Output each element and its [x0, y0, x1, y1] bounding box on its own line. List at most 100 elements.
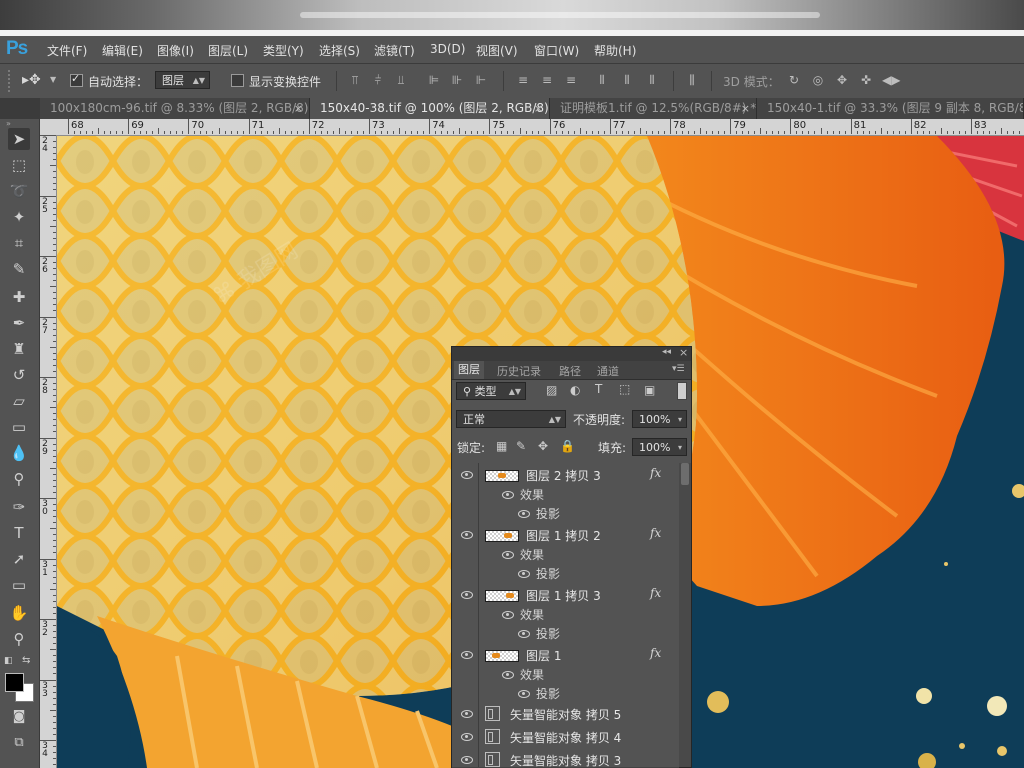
visibility-eye-icon[interactable]: [461, 733, 473, 741]
blur-tool-icon[interactable]: 💧: [8, 442, 30, 464]
tab-doc-1[interactable]: 100x180cm-96.tif @ 8.33% (图层 2, RGB/8) *…: [40, 98, 310, 119]
layer-name[interactable]: 矢量智能对象 拷贝 3: [510, 752, 621, 767]
tab-history[interactable]: 历史记录: [497, 363, 541, 379]
auto-select-checkbox[interactable]: [70, 72, 83, 87]
filter-pixel-icon[interactable]: ▨: [546, 383, 557, 397]
distribute-bottom-icon[interactable]: ≡: [563, 73, 579, 87]
visibility-eye-icon[interactable]: [461, 591, 473, 599]
layer-row[interactable]: 矢量智能对象 拷贝 3: [452, 749, 679, 768]
fill-input[interactable]: 100% ▾: [632, 438, 687, 456]
quick-mask-icon[interactable]: ◙: [8, 706, 30, 728]
swap-colors-icon[interactable]: ⇆: [22, 655, 30, 666]
history-brush-icon[interactable]: ↺: [8, 364, 30, 386]
menu-type[interactable]: 类型(Y): [263, 42, 304, 59]
dodge-tool-icon[interactable]: ⚲: [8, 468, 30, 490]
menu-layer[interactable]: 图层(L): [208, 42, 248, 59]
visibility-eye-icon[interactable]: [518, 510, 530, 518]
close-icon[interactable]: ×: [294, 98, 303, 119]
align-left-icon[interactable]: ⊫: [426, 73, 442, 87]
auto-align-icon[interactable]: ⫼: [684, 73, 700, 87]
align-bottom-icon[interactable]: ⫫: [393, 73, 409, 87]
visibility-eye-icon[interactable]: [518, 630, 530, 638]
eraser-icon[interactable]: ▱: [8, 390, 30, 412]
panel-menu-icon[interactable]: ▾☰: [672, 364, 685, 374]
gradient-icon[interactable]: ▭: [8, 416, 30, 438]
3d-slide-icon[interactable]: ✜: [858, 73, 874, 87]
menu-file[interactable]: 文件(F): [47, 42, 87, 59]
menu-select[interactable]: 选择(S): [319, 42, 360, 59]
menu-filter[interactable]: 滤镜(T): [374, 42, 415, 59]
move-tool-preset-icon[interactable]: ▸✥: [22, 72, 41, 88]
close-panel-icon[interactable]: ×: [679, 346, 688, 359]
filter-smart-object-icon[interactable]: ▣: [644, 383, 655, 397]
collapse-panel-icon[interactable]: ◂◂: [662, 347, 671, 357]
distribute-hcenter-icon[interactable]: ⦀: [619, 73, 635, 87]
show-transform-checkbox[interactable]: [231, 74, 244, 87]
filter-shape-icon[interactable]: ⬚: [619, 382, 630, 396]
screen-mode-icon[interactable]: ⧉: [8, 732, 30, 754]
layer-row[interactable]: 图层 1 拷贝 2 fx 效果 投影: [452, 523, 679, 584]
pen-tool-icon[interactable]: ✑: [8, 496, 30, 518]
opacity-input[interactable]: 100% ▾: [632, 410, 687, 428]
layer-row[interactable]: 图层 2 拷贝 3 fx 效果 投影: [452, 463, 679, 524]
tab-doc-2[interactable]: 150x40-38.tif @ 100% (图层 2, RGB/8) * ×: [310, 98, 550, 119]
auto-select-target-select[interactable]: 图层 ▲▼: [155, 71, 210, 89]
tab-layers[interactable]: 图层: [454, 361, 484, 379]
crop-tool-icon[interactable]: ⌗: [8, 232, 30, 254]
visibility-eye-icon[interactable]: [461, 756, 473, 764]
close-icon[interactable]: ×: [534, 98, 543, 119]
layer-row[interactable]: 图层 1 拷贝 3 fx 效果 投影: [452, 583, 679, 644]
visibility-eye-icon[interactable]: [502, 551, 514, 559]
shape-tool-icon[interactable]: ▭: [8, 574, 30, 596]
brush-tool-icon[interactable]: ✒: [8, 312, 30, 334]
visibility-eye-icon[interactable]: [461, 710, 473, 718]
layer-row[interactable]: 矢量智能对象 拷贝 4: [452, 726, 679, 750]
layers-scrollbar[interactable]: [679, 463, 691, 767]
layer-name[interactable]: 矢量智能对象 拷贝 5: [510, 706, 621, 723]
layer-filter-select[interactable]: ⚲ 类型 ▲▼: [456, 382, 526, 400]
default-colors-icon[interactable]: ◧: [4, 656, 13, 666]
filter-type-icon[interactable]: T: [595, 382, 602, 396]
align-top-icon[interactable]: ⫪: [347, 73, 363, 87]
visibility-eye-icon[interactable]: [518, 570, 530, 578]
ruler-horizontal[interactable]: 68 69 70 71 72 73 74 75 76 77 78 79 80 81 82 83: [39, 119, 1024, 136]
align-hcenter-icon[interactable]: ⊪: [449, 73, 465, 87]
visibility-eye-icon[interactable]: [502, 611, 514, 619]
close-icon[interactable]: ×: [741, 98, 750, 119]
menu-view[interactable]: 视图(V): [476, 42, 518, 59]
chevron-down-icon[interactable]: ▼: [50, 75, 56, 84]
visibility-eye-icon[interactable]: [461, 471, 473, 479]
menu-edit[interactable]: 编辑(E): [102, 42, 143, 59]
layer-name[interactable]: 图层 1 拷贝 3: [526, 587, 601, 604]
drop-shadow-label[interactable]: 投影: [536, 685, 560, 702]
lock-all-icon[interactable]: 🔒: [560, 439, 575, 453]
lock-pixels-icon[interactable]: ✎: [516, 439, 526, 453]
lock-transparency-icon[interactable]: ▦: [496, 439, 507, 453]
distribute-vcenter-icon[interactable]: ≡: [539, 73, 555, 87]
visibility-eye-icon[interactable]: [518, 690, 530, 698]
layer-name[interactable]: 图层 1: [526, 647, 561, 664]
3d-rotate-icon[interactable]: ↻: [786, 73, 802, 87]
path-select-icon[interactable]: ➚: [8, 548, 30, 570]
layer-row[interactable]: 图层 1 fx 效果 投影: [452, 643, 679, 704]
collapse-icon[interactable]: »: [6, 119, 11, 128]
visibility-eye-icon[interactable]: [502, 491, 514, 499]
tab-doc-3[interactable]: 证明模板1.tif @ 12.5%(RGB/8#) * ×: [550, 98, 757, 119]
fx-icon[interactable]: fx: [650, 466, 661, 480]
blend-mode-select[interactable]: 正常 ▲▼: [456, 410, 566, 428]
menu-image[interactable]: 图像(I): [157, 42, 194, 59]
3d-drag-icon[interactable]: ✥: [834, 73, 850, 87]
eyedropper-icon[interactable]: ✎: [8, 258, 30, 280]
hand-tool-icon[interactable]: ✋: [8, 602, 30, 624]
drop-shadow-label[interactable]: 投影: [536, 565, 560, 582]
tab-doc-4[interactable]: 150x40-1.tif @ 33.3% (图层 9 副本 8, RGB/8) …: [757, 98, 1024, 119]
panel-header[interactable]: ◂◂ ×: [452, 346, 691, 361]
drop-shadow-label[interactable]: 投影: [536, 625, 560, 642]
healing-brush-icon[interactable]: ✚: [8, 286, 30, 308]
drop-shadow-label[interactable]: 投影: [536, 505, 560, 522]
lock-position-icon[interactable]: ✥: [538, 439, 548, 453]
fx-icon[interactable]: fx: [650, 586, 661, 600]
options-grip[interactable]: [8, 70, 18, 92]
type-tool-icon[interactable]: T: [8, 522, 30, 544]
scrollbar-thumb[interactable]: [681, 463, 689, 485]
